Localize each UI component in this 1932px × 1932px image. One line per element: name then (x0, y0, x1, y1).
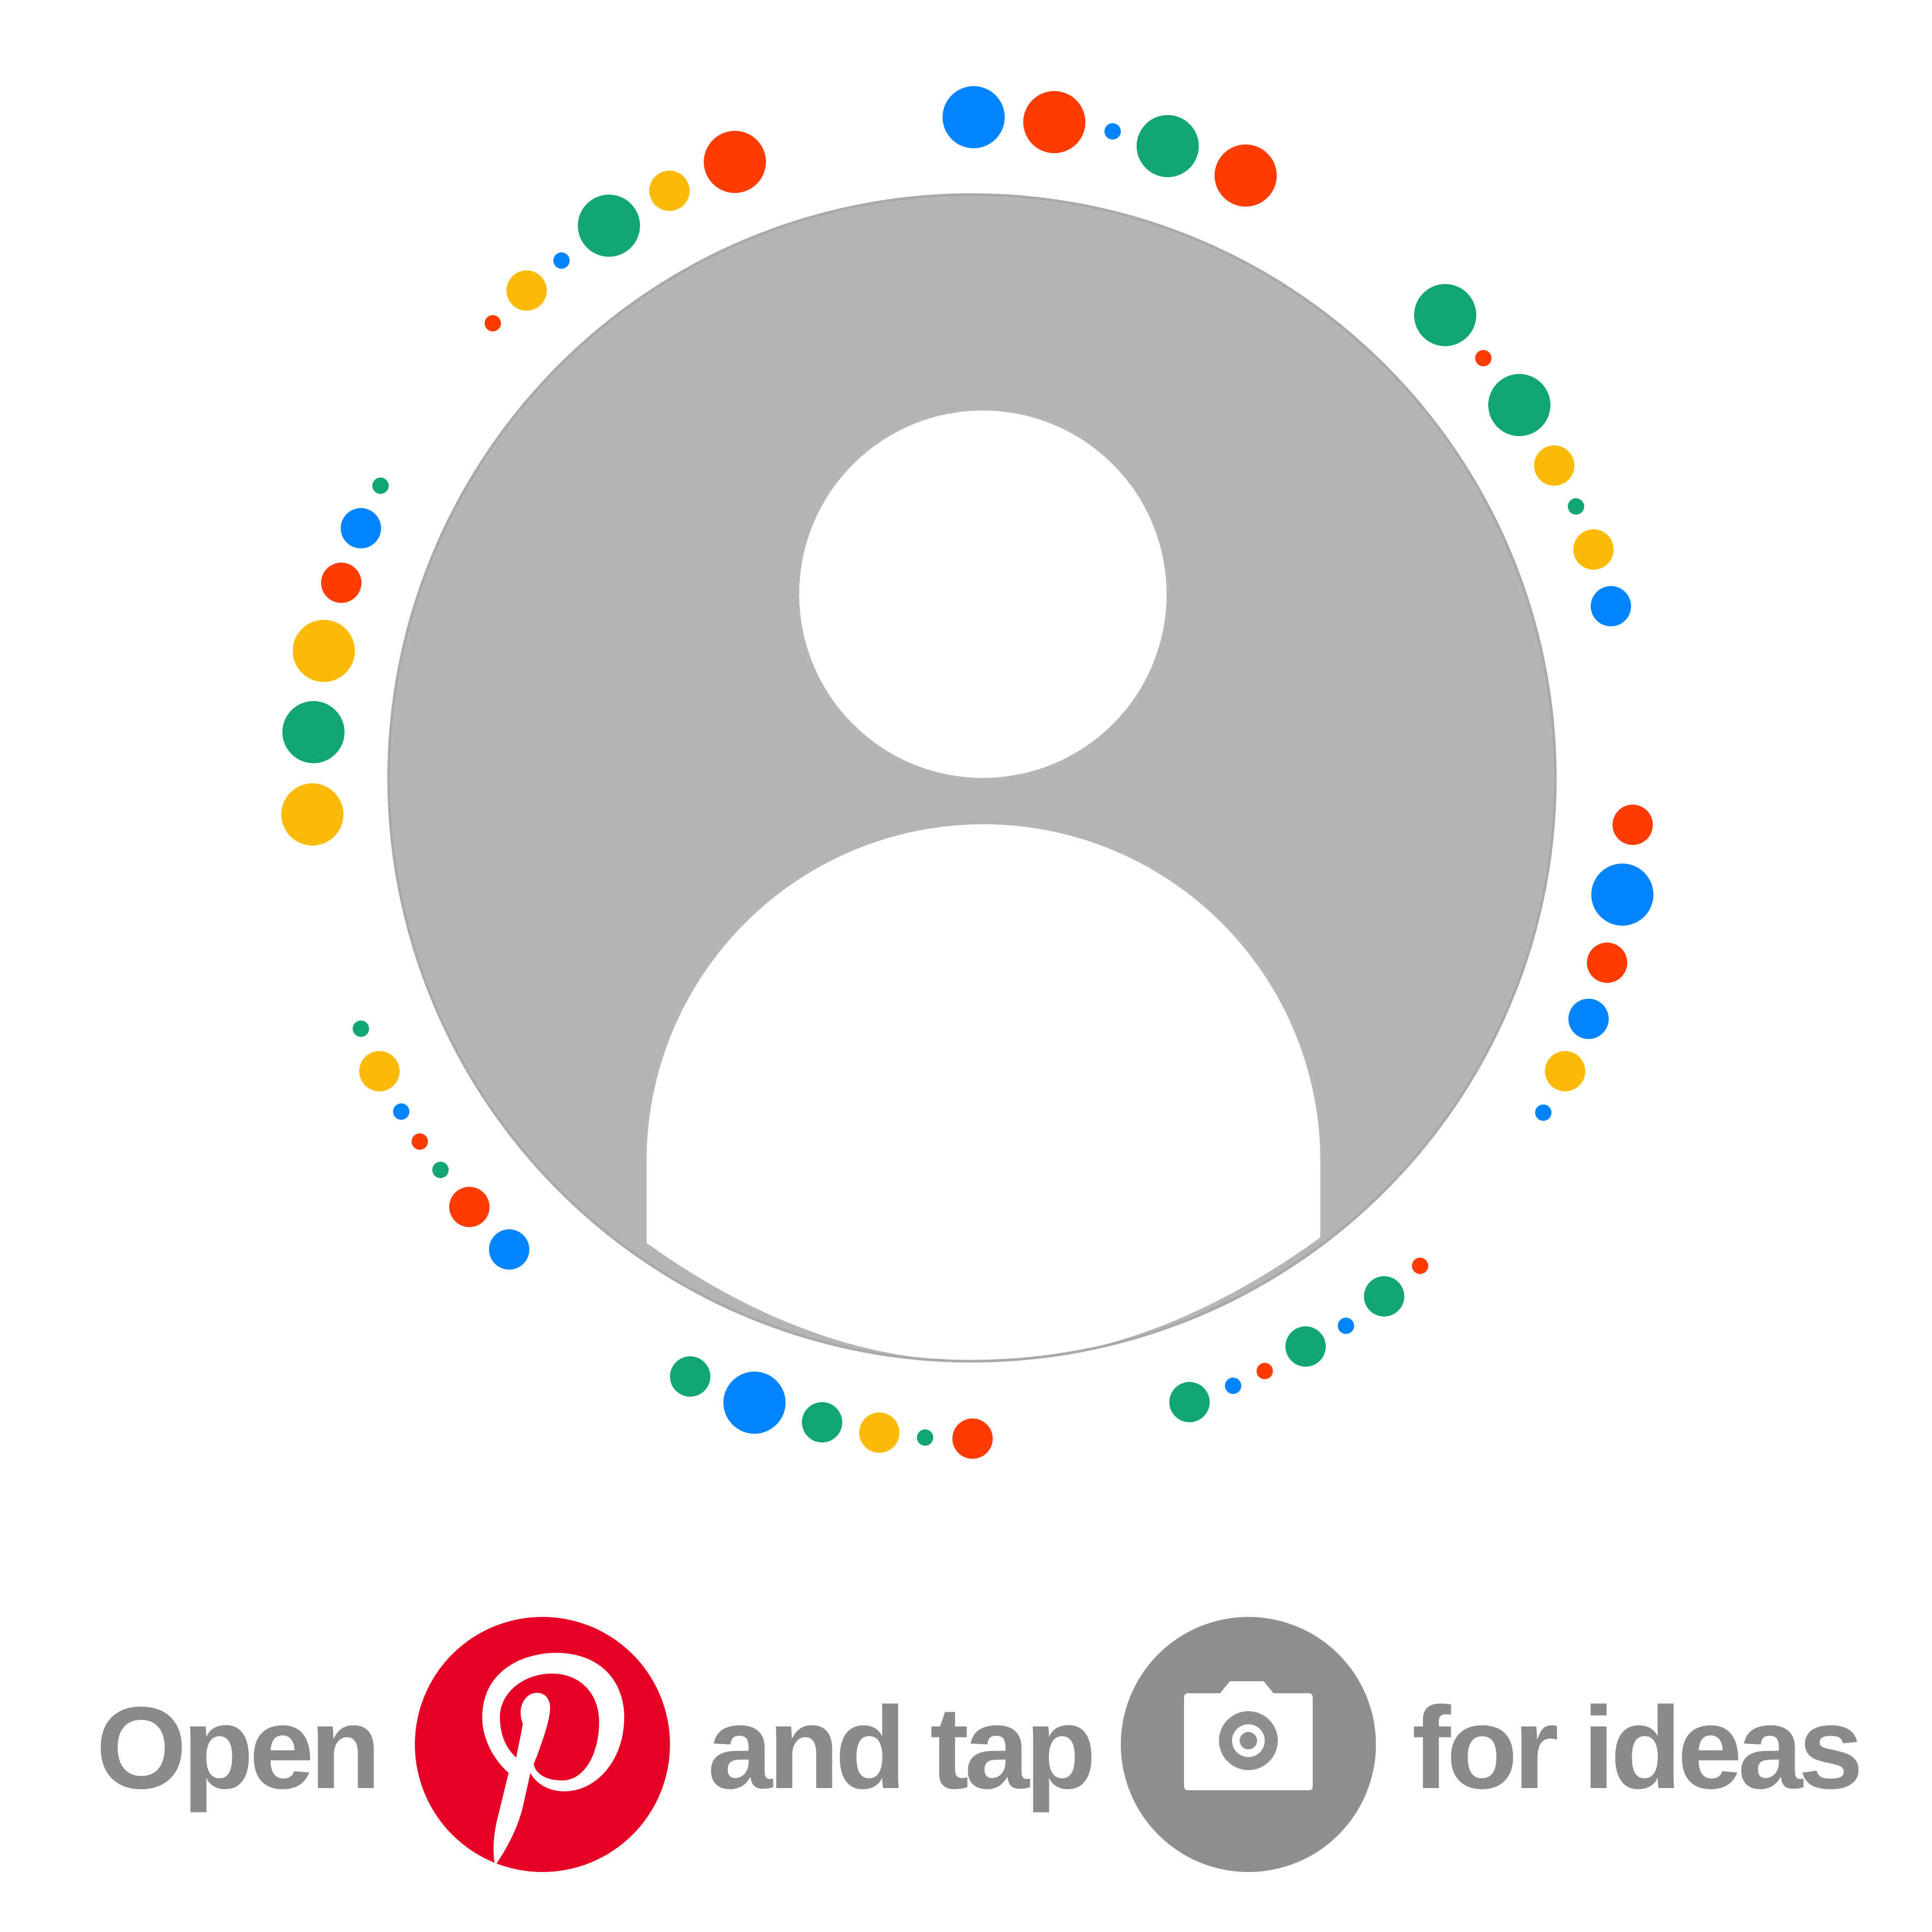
dot (489, 1229, 529, 1270)
dot (372, 478, 389, 494)
dot (943, 86, 1005, 148)
dot (393, 1103, 409, 1120)
dot (1587, 943, 1627, 983)
dot (553, 252, 570, 269)
pinterest-logo-icon[interactable] (415, 1617, 670, 1872)
dot (1414, 284, 1476, 346)
dot (282, 701, 345, 763)
pincode-artwork (281, 86, 1653, 1459)
dot (341, 508, 381, 548)
dot (359, 1051, 400, 1091)
dot (485, 315, 501, 331)
dot (449, 1187, 490, 1227)
dot (1568, 999, 1609, 1039)
dot (1488, 374, 1550, 436)
dot (578, 195, 640, 257)
dot (802, 1402, 842, 1442)
dot (1364, 1276, 1404, 1317)
dot (1534, 445, 1574, 486)
dot (1568, 498, 1584, 515)
dot (1613, 805, 1653, 845)
dot (412, 1133, 428, 1150)
dot (1338, 1318, 1354, 1334)
dot (670, 1356, 710, 1397)
dot (432, 1162, 449, 1178)
caption-and-tap-text: and tap (708, 1683, 1096, 1813)
dot (1475, 350, 1492, 366)
dot (649, 171, 690, 211)
avatar-head (799, 410, 1167, 778)
dot (1535, 1104, 1551, 1121)
dot (1137, 115, 1199, 177)
dot (506, 270, 547, 311)
dot (1591, 864, 1653, 926)
caption-for-ideas-text: for ideas (1412, 1683, 1863, 1813)
dot (723, 1372, 786, 1434)
dot (859, 1412, 899, 1453)
dot (1257, 1363, 1273, 1379)
dot (1285, 1326, 1326, 1367)
dot (1169, 1382, 1210, 1422)
dot (281, 783, 343, 846)
dot (1225, 1378, 1241, 1394)
dot (704, 131, 766, 193)
dot (1023, 91, 1085, 153)
dot (917, 1429, 933, 1446)
camera-icon[interactable] (1121, 1617, 1376, 1872)
dot (1545, 1051, 1585, 1091)
dot (952, 1418, 993, 1459)
dot (1412, 1258, 1428, 1274)
dot (1573, 529, 1614, 570)
dot (353, 1021, 369, 1037)
dot (1215, 144, 1277, 207)
dot (1591, 586, 1631, 626)
dot (293, 620, 355, 682)
profile-avatar[interactable] (387, 193, 1557, 1363)
caption-open-text: Open (96, 1683, 381, 1813)
dot (321, 563, 361, 603)
dot (1104, 123, 1121, 140)
